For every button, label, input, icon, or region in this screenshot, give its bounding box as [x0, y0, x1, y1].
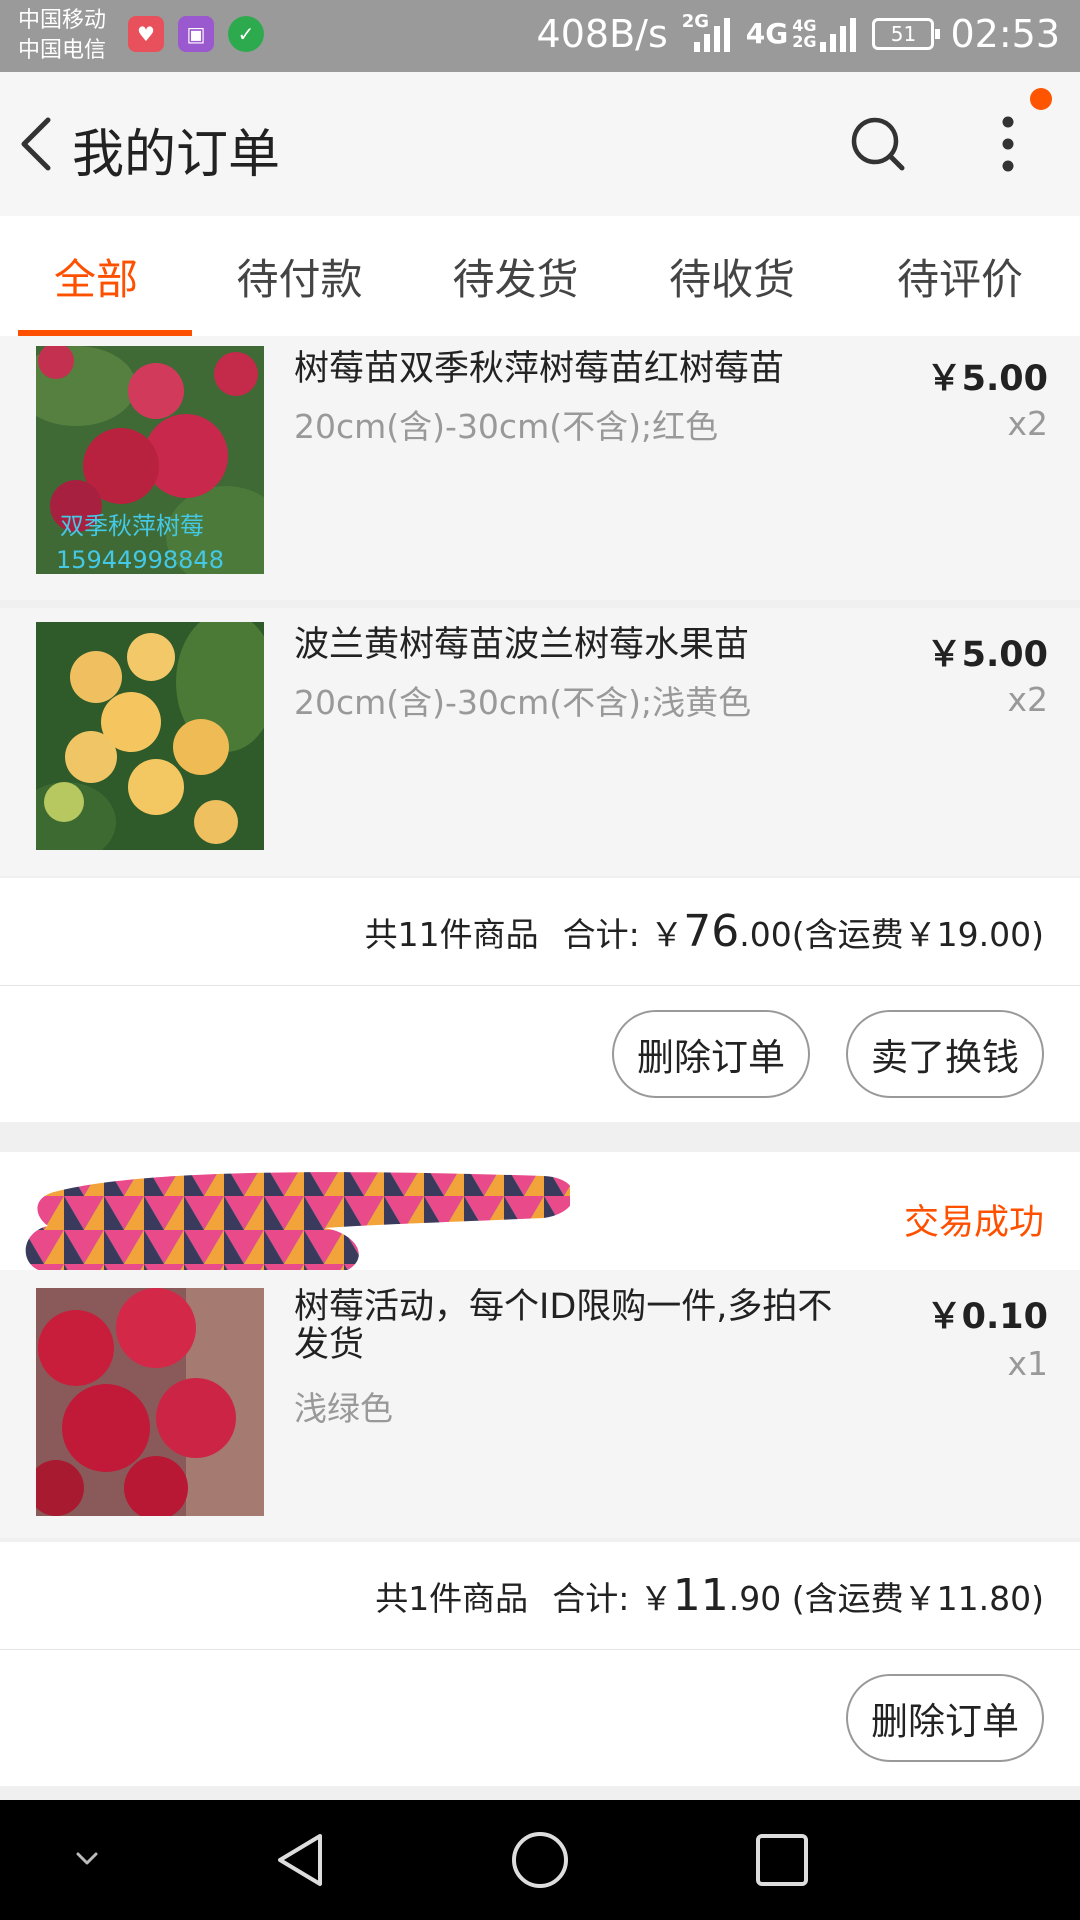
battery-level: 51 [890, 22, 917, 46]
tab-pending-review[interactable]: 待评价 [840, 216, 1080, 336]
order-status: 交易成功 [903, 1203, 1044, 1243]
total-dec: .00 [739, 915, 792, 954]
product-title: 树莓苗双季秋萍树莓苗红树莓苗 [294, 349, 785, 389]
product-price: ￥0.10 [926, 1297, 1048, 1337]
health-app-icon: ♥ [128, 16, 164, 52]
shipping-fee: (含运费￥11.80) [781, 1579, 1044, 1618]
tab-all[interactable]: 全部 [0, 216, 192, 336]
net-type-2: 4G [745, 17, 789, 50]
gallery-app-icon: ▣ [178, 16, 214, 52]
tab-pending-receipt[interactable]: 待收货 [624, 216, 840, 336]
product-spec: 20cm(含)-30cm(不含);浅黄色 [294, 683, 752, 722]
recents-square-icon[interactable] [752, 1830, 812, 1890]
product-image[interactable]: 双季秋萍树莓 15944998848 [36, 346, 264, 574]
carrier-1: 中国移动 [18, 8, 107, 33]
order-tabs: 全部 待付款 待发货 待收货 待评价 [0, 216, 1080, 336]
carrier-info: 中国移动 中国电信 [18, 6, 106, 66]
summary-text: 共11件商品 合计: ￥ 76 .00 (含运费￥19.00) [365, 906, 1044, 957]
signal-2-icon: 4G 4G 2G [746, 16, 857, 52]
notification-dot [1030, 88, 1052, 110]
product-spec: 20cm(含)-30cm(不含);红色 [294, 407, 719, 446]
product-image[interactable] [36, 1288, 264, 1516]
delete-order-button[interactable]: 删除订单 [846, 1674, 1044, 1762]
item-count: 共1件商品 [375, 1579, 529, 1618]
product-qty: x2 [1007, 404, 1048, 443]
total-dec: .90 [728, 1579, 782, 1618]
product-spec: 浅绿色 [294, 1389, 393, 1428]
wechat-pay-icon: ✓ [228, 16, 264, 52]
order-item[interactable]: 双季秋萍树莓 15944998848 树莓苗双季秋萍树莓苗红树莓苗 20cm(含… [0, 336, 1080, 600]
tab-pending-payment[interactable]: 待付款 [192, 216, 407, 336]
shipping-fee: (含运费￥19.00) [791, 915, 1044, 954]
back-triangle-icon[interactable] [270, 1830, 330, 1890]
product-qty: x2 [1007, 680, 1048, 719]
signal-1-icon: 2G [682, 12, 730, 52]
total-int: 76 [683, 906, 740, 957]
total-label: 合计: ￥ [562, 915, 684, 954]
battery-icon: 51 [872, 18, 941, 50]
order-actions: 删除订单 [0, 1650, 1080, 1786]
image-watermark-text: 双季秋萍树莓 [60, 512, 204, 540]
page-title: 我的订单 [72, 125, 281, 185]
carrier-2: 中国电信 [18, 38, 107, 63]
summary-text: 共1件商品 合计: ￥ 11 .90 (含运费￥11.80) [375, 1570, 1044, 1621]
order-actions: 删除订单 卖了换钱 [0, 986, 1080, 1122]
delete-order-button[interactable]: 删除订单 [612, 1010, 810, 1098]
product-price: ￥5.00 [926, 635, 1048, 675]
chevron-down-icon[interactable] [72, 1844, 102, 1874]
total-int: 11 [672, 1570, 729, 1621]
notification-icons: ♥ ▣ ✓ [128, 16, 264, 52]
status-bar: 中国移动 中国电信 ♥ ▣ ✓ 408B/s 2G 4G 4G 2G 51 02… [0, 0, 1080, 72]
product-title: 波兰黄树莓苗波兰树莓水果苗 [294, 625, 750, 665]
item-count: 共11件商品 [364, 915, 539, 954]
order-summary: 共11件商品 合计: ￥ 76 .00 (含运费￥19.00) [0, 878, 1080, 986]
product-qty: x1 [1007, 1344, 1048, 1383]
shop-header[interactable]: 交易成功 [0, 1152, 1080, 1284]
total-label: 合计: ￥ [552, 1579, 673, 1618]
product-price: ￥5.00 [926, 359, 1048, 399]
net-type-1: 2G [681, 11, 710, 32]
clock: 02:53 [950, 12, 1060, 56]
back-arrow-icon[interactable] [14, 114, 62, 174]
image-watermark-phone: 15944998848 [56, 546, 224, 574]
net-speed: 408B/s [536, 12, 668, 56]
status-right: 408B/s 2G 4G 4G 2G 51 02:53 [536, 12, 1060, 57]
tab-pending-shipment[interactable]: 待发货 [407, 216, 624, 336]
product-title: 树莓活动，每个ID限购一件,多拍不发货 [294, 1287, 833, 1365]
order-item[interactable]: 波兰黄树莓苗波兰树莓水果苗 20cm(含)-30cm(不含);浅黄色 ￥5.00… [0, 608, 1080, 876]
app-header: 我的订单 [0, 72, 1080, 216]
search-icon[interactable] [848, 114, 908, 174]
system-nav-bar [0, 1800, 1080, 1920]
order-summary: 共1件商品 合计: ￥ 11 .90 (含运费￥11.80) [0, 1542, 1080, 1650]
more-options-icon[interactable] [990, 112, 1026, 176]
order-item[interactable]: 树莓活动，每个ID限购一件,多拍不发货 浅绿色 ￥0.10 x1 [0, 1270, 1080, 1538]
net-type-3b: 2G [792, 32, 817, 51]
home-circle-icon[interactable] [510, 1830, 570, 1890]
resell-button[interactable]: 卖了换钱 [846, 1010, 1044, 1098]
product-image[interactable] [36, 622, 264, 850]
